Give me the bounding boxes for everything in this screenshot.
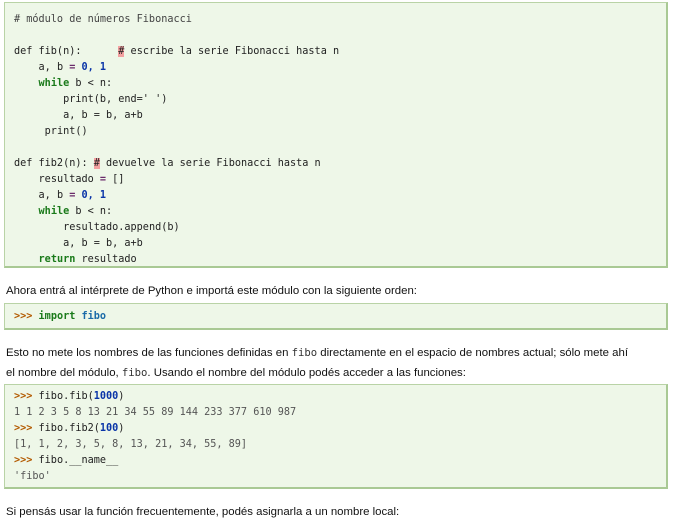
num-comma: , bbox=[87, 62, 100, 73]
inline-code-fibo: fibo bbox=[291, 347, 318, 359]
output-fib2: [1, 1, 2, 3, 5, 8, 13, 21, 34, 55, 89] bbox=[14, 439, 248, 450]
code-line-name: >>> fibo.__name__ bbox=[14, 453, 118, 469]
module-name: fibo bbox=[81, 311, 107, 322]
text-b: directamente en el espacio de nombres ac… bbox=[317, 347, 628, 359]
code-line-call-fib2: >>> fibo.fib2(100) bbox=[14, 421, 124, 437]
fib2-comment: devuelve la serie Fibonacci hasta n bbox=[99, 158, 321, 169]
print-empty: print() bbox=[44, 126, 88, 137]
code-line-while-2: while b < n: bbox=[14, 204, 113, 220]
code-line-import: >>> import fibo bbox=[14, 309, 106, 325]
arg-100: 100 bbox=[99, 423, 119, 434]
code-line-print-empty: print() bbox=[14, 124, 88, 140]
while-keyword: while bbox=[38, 78, 70, 89]
prompt: >>> bbox=[14, 311, 33, 322]
num-one: 1 bbox=[99, 62, 107, 73]
code-line-ab-update-2: a, b = b, a+b bbox=[14, 236, 143, 252]
paragraph-local-name: Si pensás usar la función frecuentemente… bbox=[6, 506, 400, 518]
resultado-var: resultado bbox=[38, 174, 100, 185]
import-keyword: import bbox=[38, 311, 76, 322]
append-call: resultado.append(b) bbox=[63, 222, 180, 233]
ab-update: a, b = b, a+b bbox=[63, 110, 143, 121]
code-line-ab-update: a, b = b, a+b bbox=[14, 108, 143, 124]
code-line-ab-init-2: a, b = 0, 1 bbox=[14, 188, 107, 204]
prompt-2: >>> bbox=[14, 423, 33, 434]
code-line-return: return resultado bbox=[14, 252, 137, 268]
ab-update-2: a, b = b, a+b bbox=[63, 238, 143, 249]
return-keyword: return bbox=[38, 254, 76, 265]
assign-op-3: = bbox=[69, 190, 76, 201]
prompt: >>> bbox=[14, 391, 33, 402]
prompt-3: >>> bbox=[14, 455, 33, 466]
ab-var: a, b bbox=[38, 62, 70, 73]
ab-var-2: a, b bbox=[38, 190, 70, 201]
code-line-ab-init: a, b = 0, 1 bbox=[14, 60, 107, 76]
text-c: el nombre del módulo, bbox=[6, 367, 122, 379]
code-line-print-b: print(b, end=' ') bbox=[14, 92, 167, 108]
num-comma-2: , bbox=[87, 190, 100, 201]
num-one-2: 1 bbox=[99, 190, 107, 201]
paren-close: ) bbox=[118, 391, 125, 402]
while-cond-2: b < n: bbox=[69, 206, 113, 217]
text-d: . Usando el nombre del módulo podés acce… bbox=[147, 367, 466, 379]
code-line-call-fib: >>> fibo.fib(1000) bbox=[14, 389, 124, 405]
code-comment-line: # módulo de números Fibonacci bbox=[14, 12, 192, 28]
paragraph-namespace-line-2: el nombre del módulo, fibo. Usando el no… bbox=[6, 364, 670, 382]
output-name: 'fibo' bbox=[14, 471, 51, 482]
return-value: resultado bbox=[75, 254, 137, 265]
code-line-fib2-def: def fib2(n): # devuelve la serie Fibonac… bbox=[14, 156, 321, 172]
module-comment: # módulo de números Fibonacci bbox=[14, 14, 192, 25]
code-block-session: >>> fibo.fib(1000) 1 1 2 3 5 8 13 21 34 … bbox=[4, 384, 668, 489]
dunder-name: __name__ bbox=[69, 455, 119, 466]
inline-code-fibo-2: fibo bbox=[121, 367, 148, 379]
code-line-append: resultado.append(b) bbox=[14, 220, 180, 236]
paragraph-namespace: Esto no mete los nombres de las funcione… bbox=[6, 344, 670, 382]
code-line-fib-def: def fib(n): # escribe la serie Fibonacci… bbox=[14, 44, 339, 60]
text-a: Esto no mete los nombres de las funcione… bbox=[6, 347, 292, 359]
fib-def: def fib(n): bbox=[14, 46, 82, 57]
paragraph-namespace-line-1: Esto no mete los nombres de las funcione… bbox=[6, 344, 670, 362]
fib2-def: def fib2(n): bbox=[14, 158, 88, 169]
code-block-fibo-source: # módulo de números Fibonacci def fib(n)… bbox=[4, 2, 668, 268]
code-line-while: while b < n: bbox=[14, 76, 113, 92]
empty-list: [] bbox=[106, 174, 125, 185]
output-fib: 1 1 2 3 5 8 13 21 34 55 89 144 233 377 6… bbox=[14, 407, 297, 418]
code-block-import: >>> import fibo bbox=[4, 303, 668, 330]
call-fib2: fibo.fib2( bbox=[32, 423, 100, 434]
arg-1000: 1000 bbox=[93, 391, 119, 402]
assign-op: = bbox=[69, 62, 76, 73]
print-b: print(b, end=' ') bbox=[63, 94, 168, 105]
call-fib: fibo.fib( bbox=[32, 391, 94, 402]
while-cond: b < n: bbox=[69, 78, 113, 89]
fib-comment: escribe la serie Fibonacci hasta n bbox=[124, 46, 340, 57]
paragraph-import-intro: Ahora entrá al intérprete de Python e im… bbox=[6, 285, 417, 297]
paren-close-2: ) bbox=[118, 423, 125, 434]
code-line-resultado-init: resultado = [] bbox=[14, 172, 125, 188]
fibo-attr: fibo. bbox=[32, 455, 70, 466]
while-keyword-2: while bbox=[38, 206, 70, 217]
